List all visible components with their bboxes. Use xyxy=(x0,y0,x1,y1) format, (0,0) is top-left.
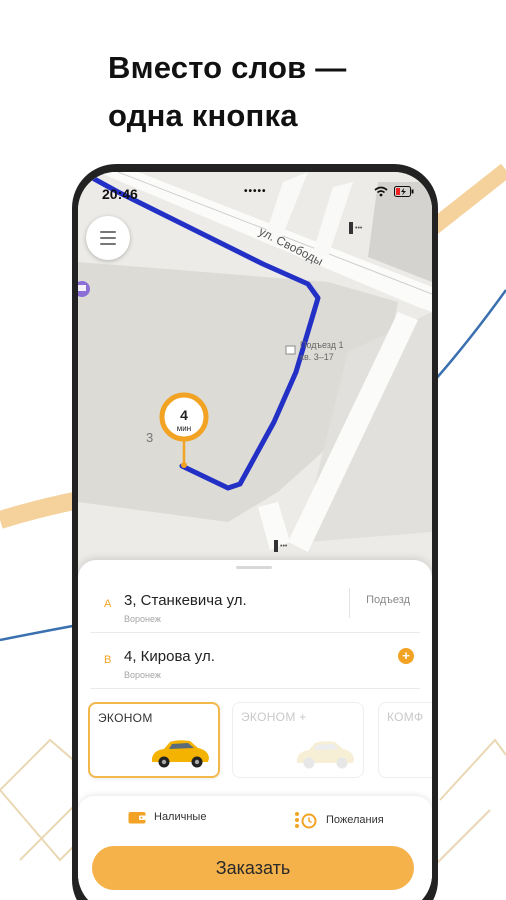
wifi-icon xyxy=(374,186,388,197)
tariff-list[interactable]: ЭКОНОМ ЭКОНОМ + КОМФ xyxy=(88,702,432,782)
payment-label: Наличные xyxy=(154,811,207,823)
eta-marker: 4 мин xyxy=(159,392,209,442)
address-from-street: 3, Станкевича ул. xyxy=(124,592,247,609)
map[interactable]: ул. Свободы Подъезд 1 кв. 3–17 3 ••• •••… xyxy=(78,172,432,572)
address-from[interactable]: А 3, Станкевича ул. Воронеж Подъезд xyxy=(90,578,420,634)
tariff-name: ЭКОНОМ + xyxy=(241,710,307,724)
address-from-letter: А xyxy=(104,598,112,610)
address-to-letter: В xyxy=(104,654,112,666)
clock-list-icon xyxy=(295,812,317,829)
tariff-card-econom[interactable]: ЭКОНОМ xyxy=(88,702,220,778)
address-to[interactable]: В 4, Кирова ул. Воронеж + xyxy=(90,634,420,690)
divider xyxy=(90,632,420,633)
divider xyxy=(90,688,420,689)
battery-icon xyxy=(394,186,414,197)
address-to-city: Воронеж xyxy=(124,670,161,680)
sheet-grabber[interactable] xyxy=(236,566,272,569)
menu-icon xyxy=(100,231,116,233)
tariff-card-comfort[interactable]: КОМФ xyxy=(378,702,432,778)
eta-unit: мин xyxy=(177,424,191,433)
wishes-option[interactable]: Пожелания xyxy=(294,810,384,830)
entrance-button[interactable]: Подъезд xyxy=(366,594,410,606)
tariff-card-econom-plus[interactable]: ЭКОНОМ + xyxy=(232,702,364,778)
entrance-title: Подъезд 1 xyxy=(300,340,343,350)
taxi-car-icon xyxy=(297,741,354,769)
headline-line-2: одна кнопка xyxy=(108,98,298,133)
address-to-street: 4, Кирова ул. xyxy=(124,648,215,665)
add-stop-button[interactable]: + xyxy=(398,648,414,664)
status-time: 20:46 xyxy=(102,186,138,202)
tariff-name: КОМФ xyxy=(387,710,424,724)
entrance-apartments: кв. 3–17 xyxy=(300,352,334,362)
svg-text:•••: ••• xyxy=(355,225,363,232)
status-bar: 20:46 ••••• xyxy=(78,172,432,212)
eta-value: 4 xyxy=(180,407,188,423)
taxi-car-icon xyxy=(152,740,209,768)
tariff-name: ЭКОНОМ xyxy=(98,711,153,725)
headline: Вместо слов — одна кнопка xyxy=(108,44,346,140)
svg-text:•••: ••• xyxy=(280,543,288,550)
order-button[interactable]: Заказать xyxy=(92,846,414,890)
wishes-label: Пожелания xyxy=(326,814,384,826)
notch-dots: ••••• xyxy=(244,186,267,197)
address-from-city: Воронеж xyxy=(124,614,161,624)
wallet-icon xyxy=(128,812,146,824)
order-sheet: А 3, Станкевича ул. Воронеж Подъезд В 4,… xyxy=(78,560,432,900)
phone-screen: ул. Свободы Подъезд 1 кв. 3–17 3 ••• •••… xyxy=(78,172,432,900)
headline-line-1: Вместо слов — xyxy=(108,50,347,85)
menu-button[interactable] xyxy=(86,216,130,260)
house-number: 3 xyxy=(146,430,153,445)
payment-option[interactable]: Наличные xyxy=(128,810,206,824)
